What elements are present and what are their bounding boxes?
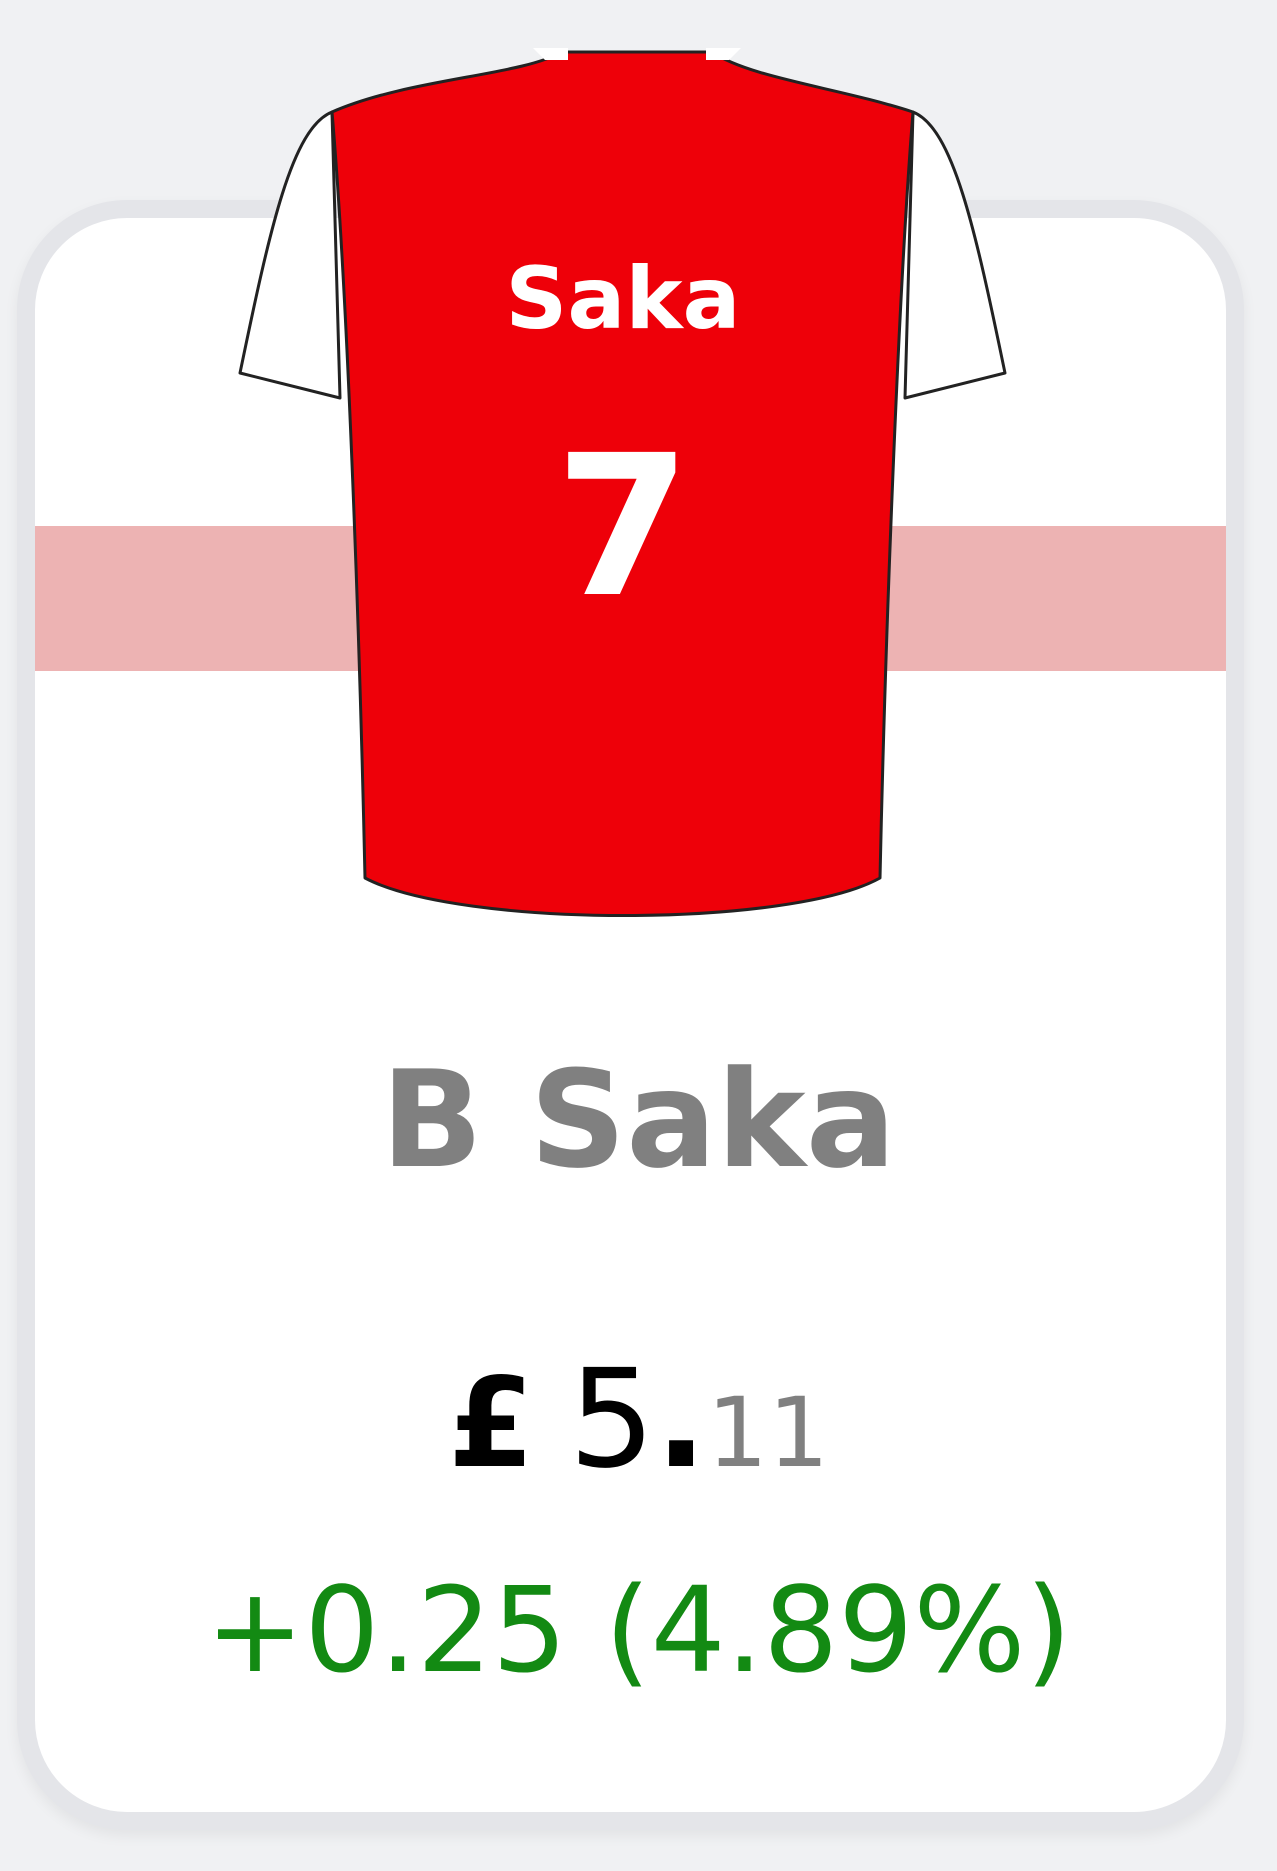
- player-name: B Saka: [380, 1042, 897, 1198]
- price-dot: .: [655, 1341, 707, 1499]
- price-decimal: 11: [706, 1377, 830, 1489]
- price-currency: £: [447, 1352, 535, 1496]
- price-whole: 5: [568, 1341, 656, 1499]
- jersey-name: Saka: [505, 249, 740, 349]
- price-change: +0.25 (4.89%): [205, 1561, 1072, 1699]
- jersey-icon: Saka 7: [230, 48, 1015, 943]
- jersey-number: 7: [555, 413, 691, 640]
- player-price: £ 5.11: [0, 1340, 1277, 1542]
